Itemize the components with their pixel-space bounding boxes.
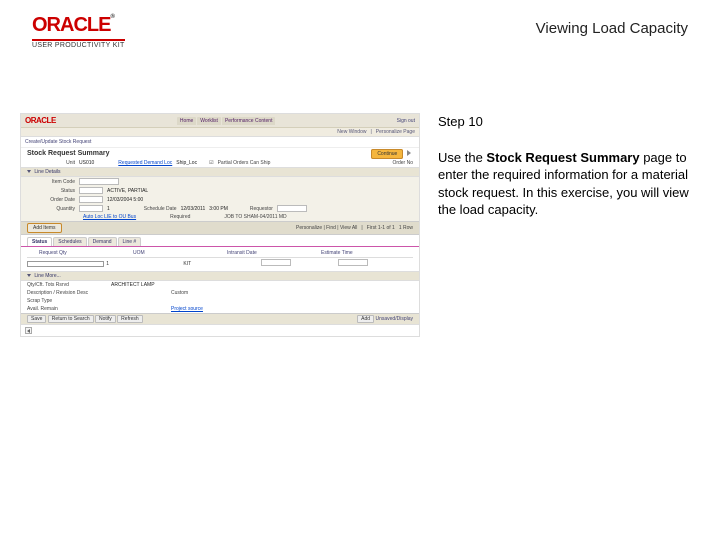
mini-table-header: Request Qty UOM Intransit Date Estimate …	[27, 249, 413, 258]
mini-subbar: New Window|Personalize Page	[21, 128, 419, 137]
instruction-panel: Step 10 Use the Stock Request Summary pa…	[438, 113, 698, 337]
instruction-text: Use the Stock Request Summary page to en…	[438, 149, 698, 219]
mini-save-button[interactable]: Save	[27, 315, 46, 323]
mini-section-title: Stock Request Summary	[27, 150, 109, 157]
mini-add-items-button[interactable]: Add Items	[27, 223, 62, 233]
mini-refresh-button[interactable]: Refresh	[117, 315, 143, 323]
page-title: Viewing Load Capacity	[536, 14, 688, 37]
mini-item-code-input[interactable]	[79, 178, 119, 185]
chevron-down-icon	[27, 274, 31, 277]
mini-footer-bar: Save Return to Search Notify Refresh Add…	[21, 313, 419, 324]
mini-line-details-header[interactable]: Line Details	[21, 167, 419, 177]
mini-add-button[interactable]: Add	[357, 315, 374, 323]
embedded-screenshot: ORACLE Home Worklist Performance Content…	[20, 113, 420, 337]
mini-notify-button[interactable]: Notify	[95, 315, 116, 323]
logo-subtitle: USER PRODUCTIVITY KIT	[32, 39, 125, 49]
mini-top-nav: Home Worklist Performance Content	[177, 117, 276, 125]
chevron-down-icon	[27, 170, 31, 173]
mini-line-more[interactable]: Line More...	[21, 271, 419, 281]
arrow-icon	[407, 150, 411, 156]
mini-prev-caret[interactable]	[25, 327, 32, 334]
mini-row-checkbox[interactable]	[27, 261, 104, 267]
mini-return-button[interactable]: Return to Search	[48, 315, 94, 323]
mini-tabstrip[interactable]: Status Schedules Demand Line #	[21, 235, 419, 247]
step-label: Step 10	[438, 113, 698, 131]
mini-breadcrumb: Create/Update Stock Request	[21, 137, 419, 148]
mini-oracle-logo: ORACLE	[25, 116, 56, 125]
mini-sign-out[interactable]: Sign out	[397, 118, 415, 124]
oracle-wordmark: ORACLE®	[32, 14, 125, 37]
mini-continue-button[interactable]: Continue	[371, 149, 403, 159]
mini-table-row[interactable]: 1 KIT	[27, 258, 413, 269]
oracle-upk-logo: ORACLE® USER PRODUCTIVITY KIT	[32, 14, 125, 49]
